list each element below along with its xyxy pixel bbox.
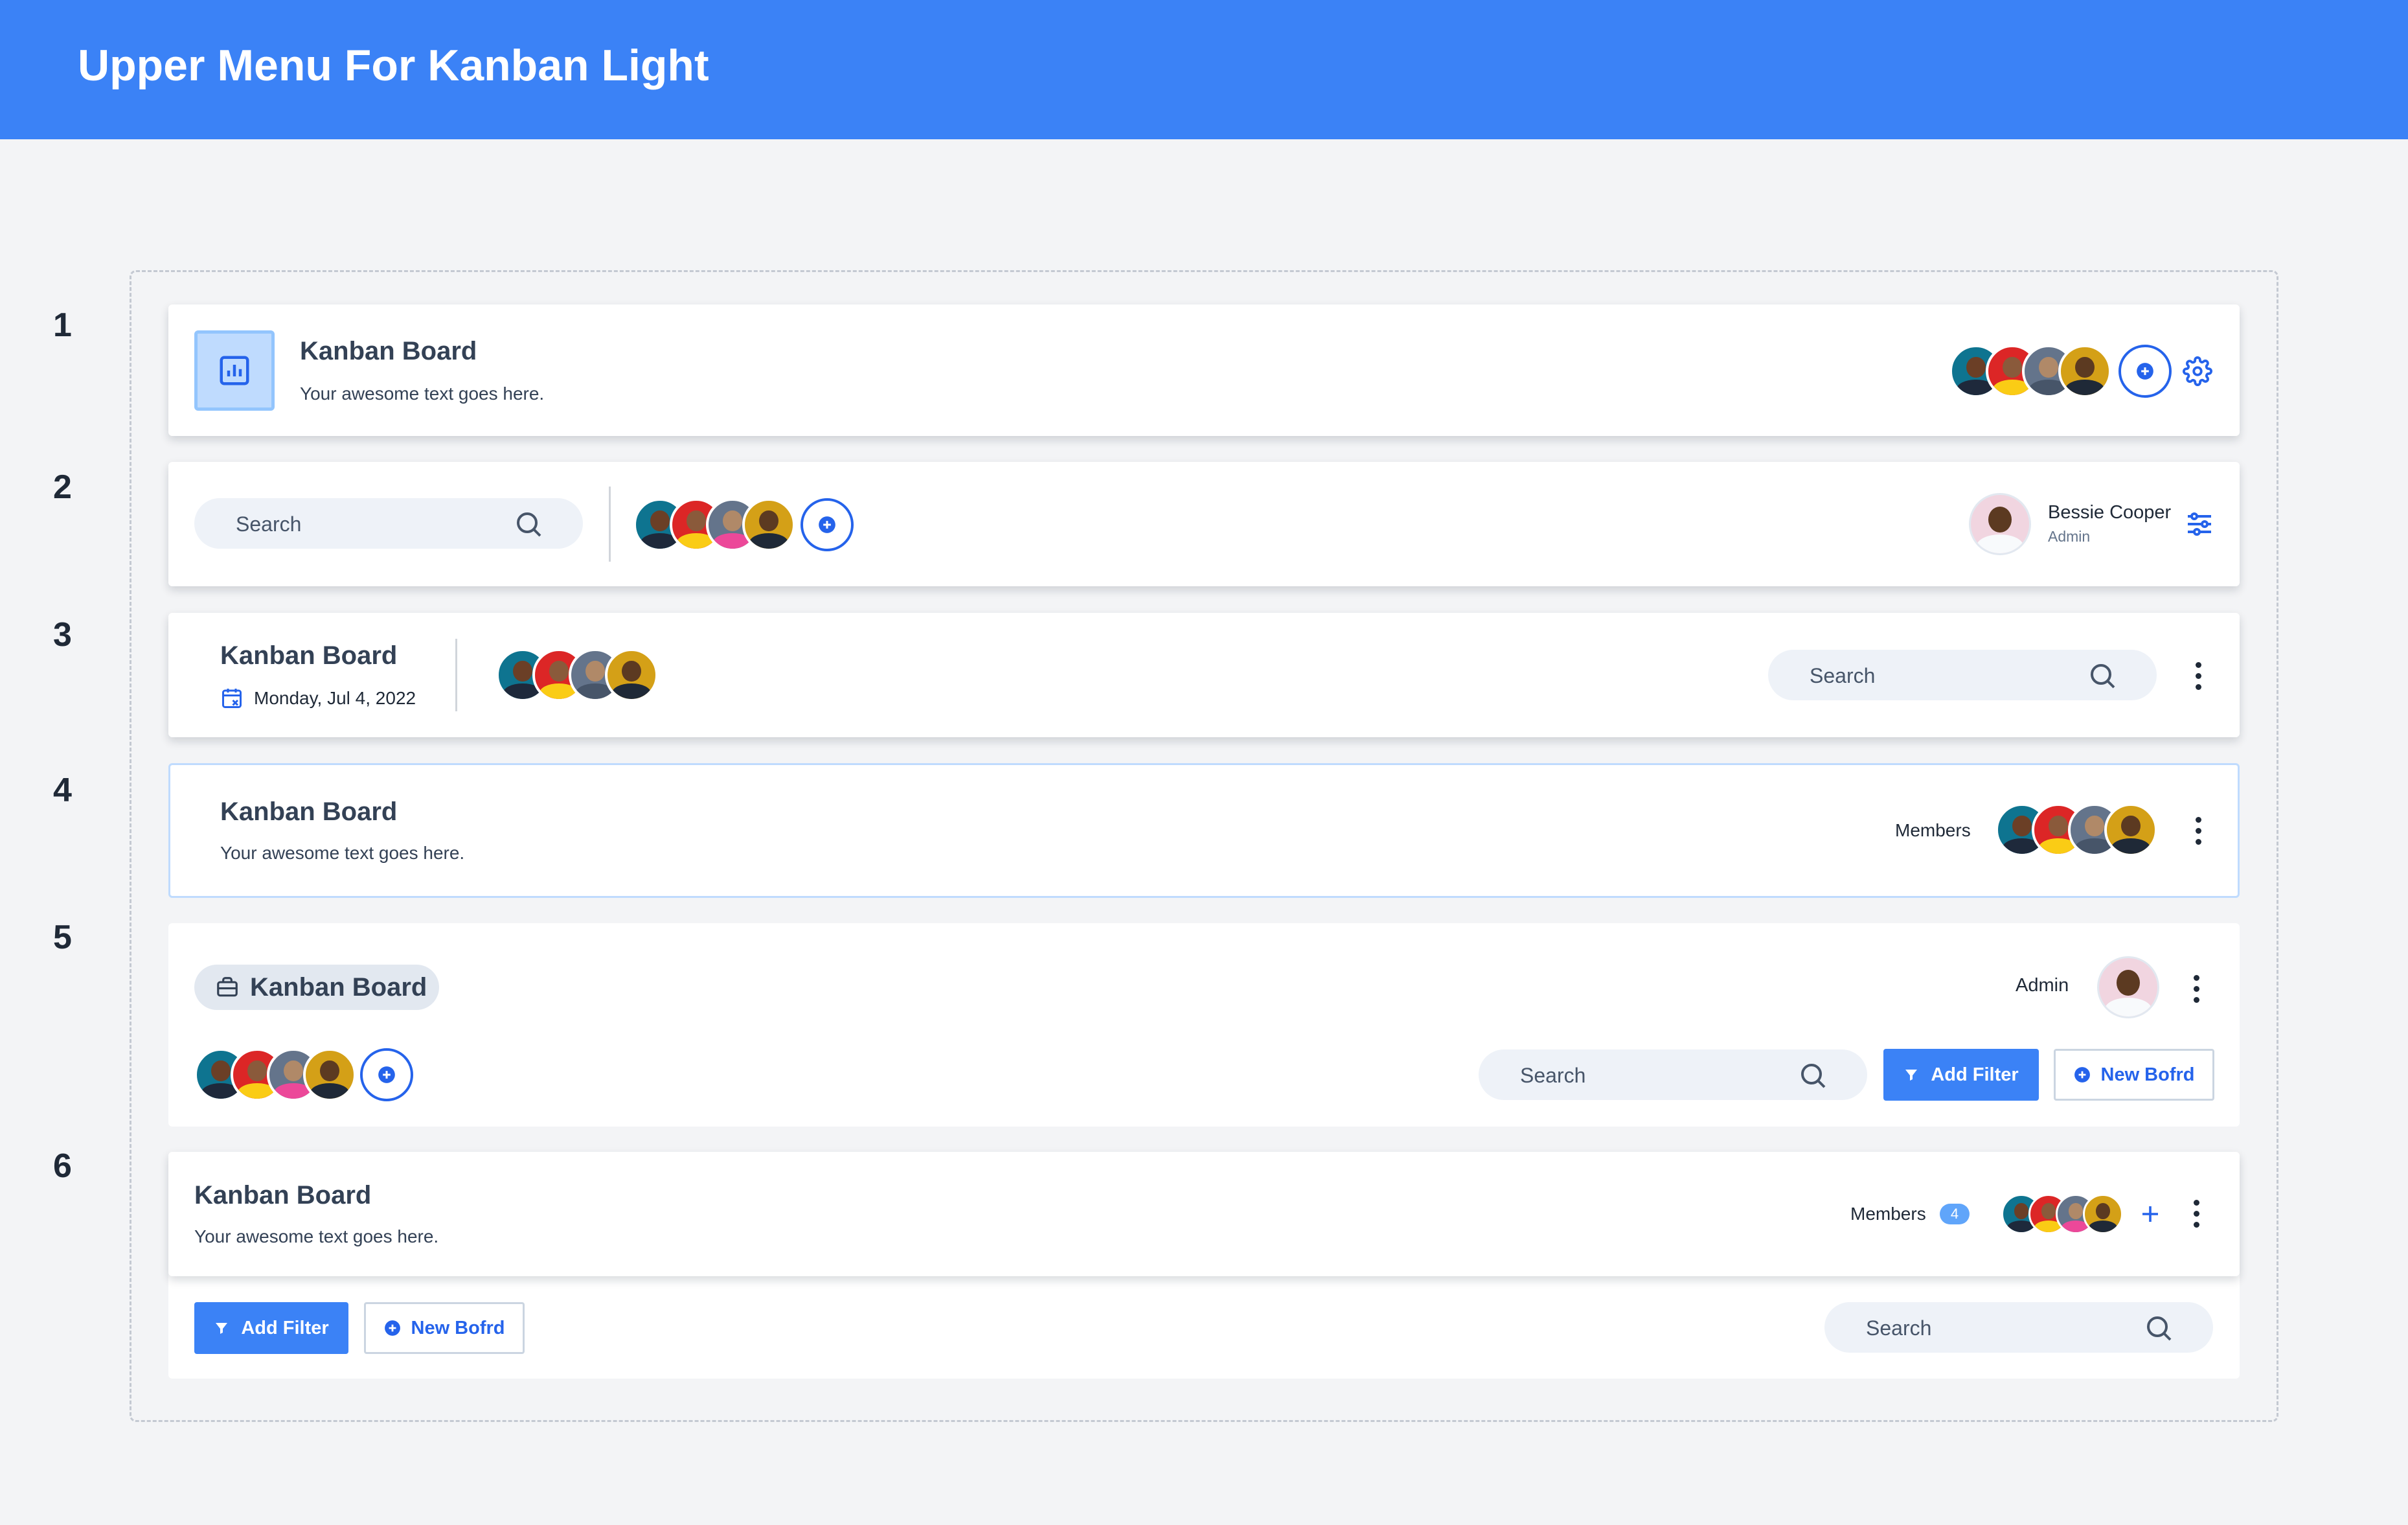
kanban-header-variant-2: Search Bessie Cooper Admin <box>168 462 2240 586</box>
plus-circle-icon <box>819 516 835 533</box>
board-title-chip: Kanban Board <box>194 965 439 1010</box>
board-logo <box>194 330 275 411</box>
plus-circle-icon <box>378 1066 395 1083</box>
more-options-icon[interactable] <box>2194 817 2202 848</box>
avatar[interactable] <box>2083 1194 2123 1234</box>
variant-label-2: 2 <box>53 468 72 506</box>
kanban-header-variant-3: Kanban Board Monday, Jul 4, 2022 Search <box>168 613 2240 737</box>
calendar-icon <box>222 689 242 708</box>
add-member-button[interactable] <box>360 1048 413 1101</box>
members-count-badge: 4 <box>1940 1204 1970 1224</box>
sliders-icon[interactable] <box>2184 509 2215 540</box>
member-avatars[interactable] <box>633 498 795 551</box>
page-header: Upper Menu For Kanban Light <box>0 0 2408 139</box>
avatar[interactable] <box>605 648 658 702</box>
add-filter-label: Add Filter <box>241 1317 329 1338</box>
board-subtitle: Your awesome text goes here. <box>300 384 545 404</box>
board-title: Kanban Board <box>194 1181 372 1210</box>
new-board-label: New Bofrd <box>2100 1064 2195 1085</box>
new-board-button[interactable]: New Bofrd <box>364 1302 525 1354</box>
user-name: Bessie Cooper <box>2048 502 2172 523</box>
variant-label-5: 5 <box>53 919 72 956</box>
chart-bar-icon <box>220 356 249 385</box>
board-subtitle: Your awesome text goes here. <box>194 1226 439 1246</box>
search-placeholder: Search <box>1810 664 1876 687</box>
search-input[interactable]: Search <box>1824 1302 2213 1353</box>
avatar[interactable] <box>742 498 795 551</box>
board-title: Kanban Board <box>220 797 398 826</box>
new-board-label: New Bofrd <box>411 1317 505 1338</box>
header-panel: Kanban Board Your awesome text goes here… <box>168 1152 2240 1276</box>
kanban-header-variant-5: Kanban Board Admin Search Add Filter New… <box>168 923 2240 1127</box>
more-options-icon[interactable] <box>2194 662 2202 693</box>
board-date: Monday, Jul 4, 2022 <box>254 688 416 708</box>
avatar[interactable] <box>2058 345 2111 398</box>
member-avatars[interactable] <box>194 1048 356 1101</box>
divider <box>609 487 611 562</box>
page-title: Upper Menu For Kanban Light <box>78 41 709 90</box>
member-avatars[interactable] <box>1949 345 2111 398</box>
add-member-button[interactable] <box>801 498 854 551</box>
search-placeholder: Search <box>1866 1316 1932 1340</box>
members-label: Members <box>1895 820 1971 840</box>
plus-circle-icon <box>2074 1067 2090 1083</box>
plus-circle-icon <box>384 1320 400 1336</box>
add-filter-button[interactable]: Add Filter <box>1883 1049 2039 1101</box>
search-icon <box>2091 664 2115 689</box>
add-member-button[interactable] <box>2118 345 2172 398</box>
member-avatars[interactable] <box>2001 1194 2123 1234</box>
more-options-icon[interactable] <box>2192 1200 2200 1231</box>
briefcase-icon <box>217 977 238 997</box>
kanban-header-variant-6: Kanban Board Your awesome text goes here… <box>168 1152 2240 1379</box>
new-board-button[interactable]: New Bofrd <box>2054 1049 2214 1101</box>
variant-label-6: 6 <box>53 1147 72 1185</box>
variant-label-4: 4 <box>53 772 72 809</box>
search-placeholder: Search <box>1520 1064 1586 1087</box>
search-icon <box>1801 1064 1826 1088</box>
board-title: Kanban Board <box>300 337 477 365</box>
kanban-header-variant-1: Kanban Board Your awesome text goes here… <box>168 304 2240 436</box>
variant-label-1: 1 <box>53 306 72 344</box>
add-member-icon[interactable] <box>2139 1202 2162 1226</box>
member-avatars[interactable] <box>1995 803 2157 856</box>
add-filter-label: Add Filter <box>1931 1064 2019 1085</box>
kanban-header-variant-4: Kanban Board Your awesome text goes here… <box>168 763 2240 898</box>
divider <box>455 639 457 711</box>
gear-icon[interactable] <box>2183 356 2212 386</box>
search-input[interactable]: Search <box>194 498 583 549</box>
user-avatar[interactable] <box>1969 493 2031 555</box>
variant-label-3: 3 <box>53 616 72 654</box>
board-subtitle: Your awesome text goes here. <box>220 843 465 863</box>
avatar[interactable] <box>303 1048 356 1101</box>
members-label: Members <box>1850 1204 1926 1224</box>
more-options-icon[interactable] <box>2192 975 2200 1006</box>
add-filter-button[interactable]: Add Filter <box>194 1302 348 1354</box>
board-title: Kanban Board <box>220 641 398 670</box>
admin-label: Admin <box>2016 975 2069 996</box>
search-input[interactable]: Search <box>1479 1049 1867 1100</box>
avatar[interactable] <box>2104 803 2157 856</box>
filter-icon <box>1905 1070 1918 1081</box>
board-title: Kanban Board <box>250 972 427 1002</box>
search-icon <box>2147 1316 2172 1341</box>
user-role: Admin <box>2048 528 2091 545</box>
search-placeholder: Search <box>236 512 302 536</box>
plus-circle-icon <box>2137 363 2153 380</box>
filter-icon <box>216 1323 228 1334</box>
admin-avatar[interactable] <box>2097 956 2159 1018</box>
member-avatars[interactable] <box>496 648 658 702</box>
search-icon <box>517 512 541 537</box>
search-input[interactable]: Search <box>1768 650 2157 700</box>
